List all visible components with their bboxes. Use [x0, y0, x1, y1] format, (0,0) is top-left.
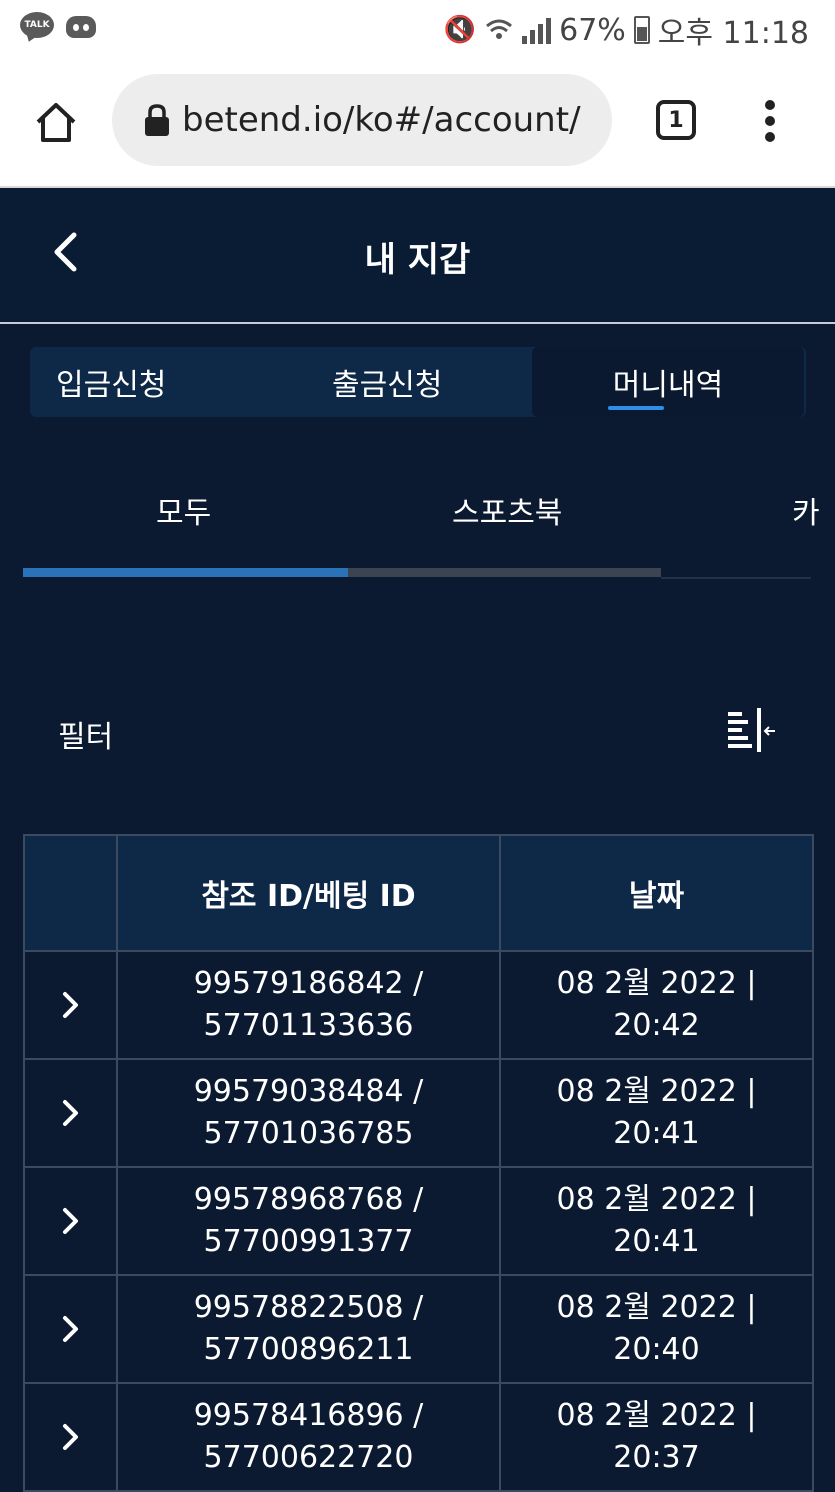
signal-icon [522, 16, 552, 44]
table-row[interactable]: 99578822508 / 57700896211 08 2월 2022 | 20:4… [23, 1274, 814, 1384]
app-header: 내 지갑 [0, 188, 835, 324]
time: 20:41 [613, 1116, 700, 1151]
subtab-all[interactable]: 모두 [156, 488, 211, 532]
mute-icon: 🔇 [443, 15, 477, 45]
status-bar: TALK 🔇 67% 오후 11:18 [0, 0, 835, 58]
discord-icon [66, 16, 96, 38]
tab-money-history[interactable]: 머니내역 [532, 347, 804, 417]
column-header-date: 날짜 [499, 834, 814, 952]
time: 20:37 [613, 1440, 700, 1475]
ref-id-cell: 99578968768 / 57700991377 [116, 1166, 501, 1276]
table-row[interactable]: 99578968768 / 57700991377 08 2월 2022 | 20:4… [23, 1166, 814, 1276]
table-row[interactable]: 99578416896 / 57700622720 08 2월 2022 | 20:3… [23, 1382, 814, 1492]
chevron-right-icon[interactable] [61, 990, 81, 1020]
expand-cell[interactable] [23, 1166, 118, 1276]
chevron-right-icon[interactable] [61, 1098, 81, 1128]
wifi-icon [486, 19, 513, 39]
ref-id-cell: 99579186842 / 57701133636 [116, 950, 501, 1060]
subtab-divider [661, 577, 811, 579]
ref-id: 99578822508 / [193, 1290, 424, 1325]
column-header-ref-id: 참조 ID/베팅 ID [116, 834, 501, 952]
expand-cell[interactable] [23, 950, 118, 1060]
bet-id: 57700991377 [203, 1224, 414, 1259]
subtab-sportsbook[interactable]: 스포츠북 [452, 488, 562, 532]
home-icon[interactable] [34, 100, 78, 144]
battery-percent: 67% [559, 12, 626, 48]
date-cell: 08 2월 2022 | 20:42 [499, 950, 814, 1060]
bet-id: 57700622720 [203, 1440, 414, 1475]
ref-id-cell: 99578416896 / 57700622720 [116, 1382, 501, 1492]
battery-icon [633, 16, 650, 44]
date: 08 2월 2022 | [556, 1398, 757, 1433]
filter-sort-icon[interactable] [726, 708, 776, 752]
clock: 오후 11:18 [657, 16, 809, 51]
chevron-right-icon[interactable] [61, 1422, 81, 1452]
active-tab-indicator [608, 406, 664, 410]
table-header-row: 참조 ID/베팅 ID 날짜 [23, 834, 814, 952]
date-cell: 08 2월 2022 | 20:40 [499, 1274, 814, 1384]
date-cell: 08 2월 2022 | 20:41 [499, 1058, 814, 1168]
ref-id-cell: 99578822508 / 57700896211 [116, 1274, 501, 1384]
chevron-right-icon[interactable] [61, 1314, 81, 1344]
expand-cell[interactable] [23, 1382, 118, 1492]
ref-id: 99578416896 / [193, 1398, 424, 1433]
table-row[interactable]: 99579186842 / 57701133636 08 2월 2022 | 20:4… [23, 950, 814, 1060]
chevron-right-icon[interactable] [61, 1206, 81, 1236]
expand-cell[interactable] [23, 1058, 118, 1168]
date: 08 2월 2022 | [556, 1290, 757, 1325]
time: 20:40 [613, 1332, 700, 1367]
url-text: betend.io/ko#/account/ [182, 100, 581, 140]
date-cell: 08 2월 2022 | 20:37 [499, 1382, 814, 1492]
wallet-tabs: 입금신청 출금신청 머니내역 [30, 347, 806, 417]
expand-cell[interactable] [23, 1274, 118, 1384]
tab-switcher-button[interactable]: 1 [656, 100, 696, 140]
page-title: 내 지갑 [364, 240, 471, 280]
date: 08 2월 2022 | [556, 1182, 757, 1217]
date: 08 2월 2022 | [556, 1074, 757, 1109]
bet-id: 57701133636 [203, 1008, 414, 1043]
table-row[interactable]: 99579038484 / 57701036785 08 2월 2022 | 20:4… [23, 1058, 814, 1168]
bet-id: 57701036785 [203, 1116, 414, 1151]
date-cell: 08 2월 2022 | 20:41 [499, 1166, 814, 1276]
ref-id: 99578968768 / [193, 1182, 424, 1217]
date: 08 2월 2022 | [556, 966, 757, 1001]
lock-icon [145, 104, 169, 136]
filter-label[interactable]: 필터 [58, 712, 113, 756]
browser-toolbar: betend.io/ko#/account/ 1 [0, 58, 835, 188]
kakaotalk-icon: TALK [20, 12, 54, 44]
tab-withdraw[interactable]: 출금신청 [332, 347, 442, 417]
transaction-table: 참조 ID/베팅 ID 날짜 99579186842 / 57701133636 0… [23, 834, 814, 1492]
subtab-active-indicator [23, 568, 348, 577]
time: 20:42 [613, 1008, 700, 1043]
tab-deposit[interactable]: 입금신청 [56, 347, 166, 417]
bet-id: 57700896211 [203, 1332, 414, 1367]
url-bar[interactable]: betend.io/ko#/account/ [112, 74, 612, 166]
subtab-casino[interactable]: 카 [792, 488, 820, 532]
ref-id: 99579038484 / [193, 1074, 424, 1109]
column-header-expand [23, 834, 118, 952]
ref-id-cell: 99579038484 / 57701036785 [116, 1058, 501, 1168]
browser-menu-icon[interactable] [764, 100, 776, 142]
time: 20:41 [613, 1224, 700, 1259]
ref-id: 99579186842 / [193, 966, 424, 1001]
